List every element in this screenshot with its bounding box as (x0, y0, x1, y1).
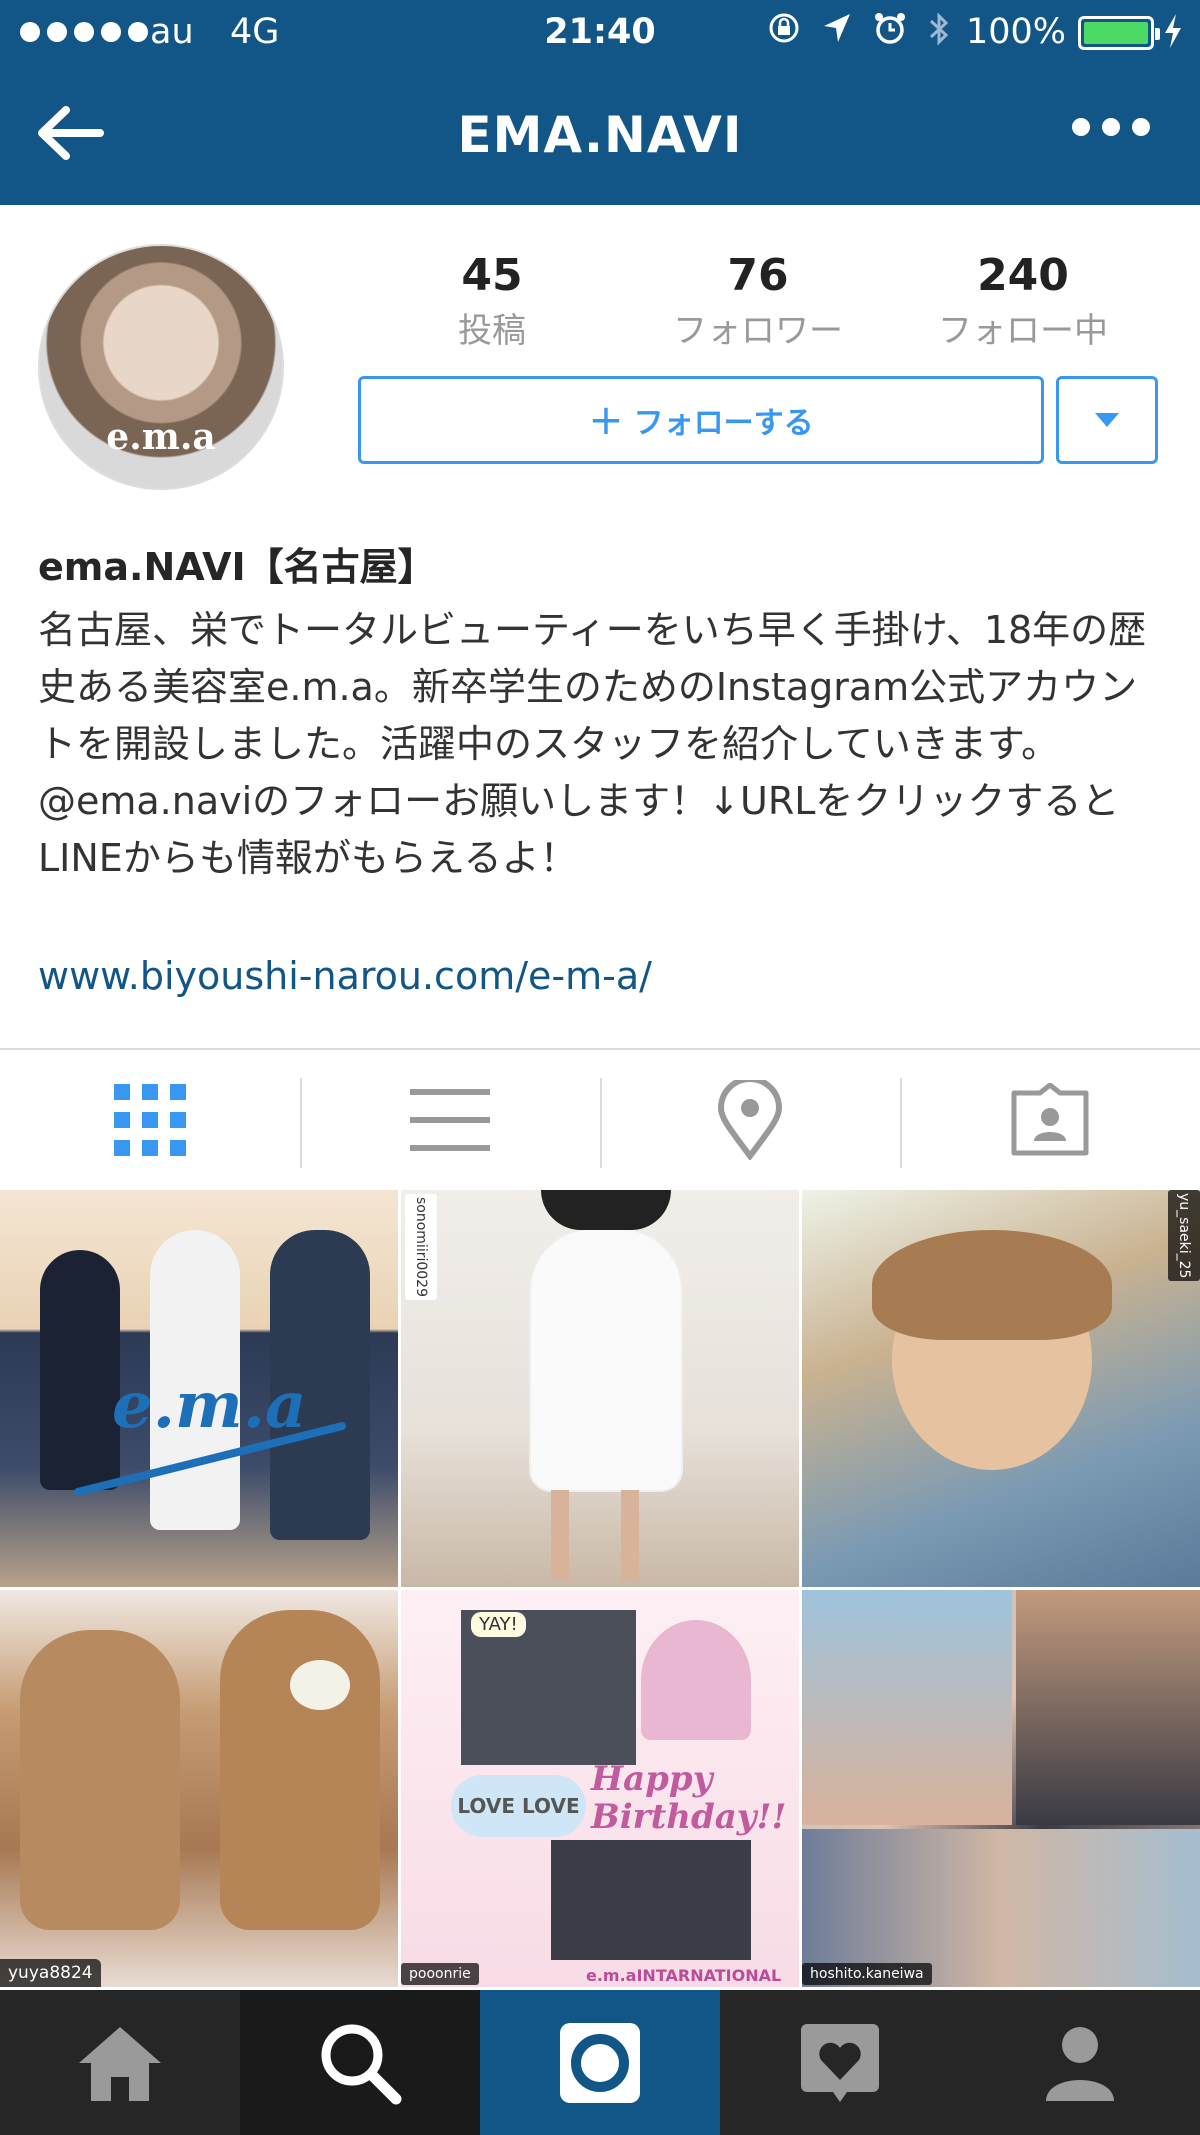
camera-icon (560, 2022, 640, 2103)
bluetooth-icon (929, 12, 949, 46)
post-repost-tag: pooonrie (401, 1963, 479, 1985)
post-thumbnail[interactable]: e.m.a (0, 1190, 398, 1587)
post-username-tag: yuya8824 (0, 1959, 101, 1987)
tagged-photos-icon (1011, 1083, 1089, 1156)
profile-bio: 名古屋、栄でトータルビューティーをいち早く手掛け、18年の歴史ある美容室e.m.… (38, 608, 1147, 880)
battery-icon (1078, 16, 1160, 50)
post-thumbnail[interactable]: sonomiiri0029 (401, 1190, 799, 1587)
avatar[interactable]: e.m.a (38, 244, 284, 490)
app-header: au 4G 21:40 100% EMA.NAVI (0, 0, 1200, 205)
location-pin-icon (717, 1080, 783, 1160)
tab-search[interactable] (240, 1990, 480, 2135)
post-repost-tag: hoshito.kaneiwa (802, 1963, 932, 1985)
follow-button[interactable]: + フォローする (358, 376, 1044, 464)
rotation-lock-icon (769, 13, 799, 43)
page-title: EMA.NAVI (457, 106, 743, 164)
status-icons (766, 10, 952, 48)
posts-grid: e.m.a sonomiiri0029 yu_saeki_25 yuya8824… (0, 1190, 1200, 1990)
search-icon (321, 2024, 402, 2104)
plus-icon: + (588, 395, 624, 444)
home-icon (79, 2026, 161, 2101)
post-thumbnail[interactable]: hoshito.kaneiwa (802, 1590, 1200, 1987)
more-options-icon[interactable] (1072, 118, 1150, 136)
post-thumbnail[interactable]: YAY! Happy Birthday!! LOVE LOVE e.m.aINT… (401, 1590, 799, 1987)
profile-icon (1046, 2026, 1114, 2101)
tab-camera[interactable] (480, 1990, 720, 2135)
alarm-icon (875, 13, 905, 44)
profile-link[interactable]: www.biyoushi-narou.com/e-m-a/ (38, 954, 652, 998)
battery-percent: 100% (966, 12, 1067, 52)
suggested-accounts-button[interactable] (1056, 376, 1158, 464)
followers-count[interactable]: 76 フォロワー (648, 250, 868, 352)
post-repost-tag: sonomiiri0029 (405, 1194, 437, 1300)
tab-tagged[interactable] (900, 1050, 1200, 1190)
profile-tabs (0, 1048, 1200, 1190)
caret-down-icon (1095, 413, 1119, 427)
list-icon (410, 1089, 490, 1151)
charging-icon (1162, 12, 1184, 59)
avatar-logo: e.m.a (106, 416, 216, 458)
profile-name: ema.NAVI【名古屋】 (38, 545, 436, 589)
tab-location[interactable] (600, 1050, 900, 1190)
post-thumbnail[interactable]: yuya8824 (0, 1590, 398, 1987)
tab-profile[interactable] (960, 1990, 1200, 2135)
post-repost-tag: yu_saeki_25 (1168, 1190, 1200, 1282)
follow-button-label: フォローする (633, 406, 814, 441)
tab-list[interactable] (300, 1050, 600, 1190)
tab-activity[interactable] (720, 1990, 960, 2135)
grid-icon (114, 1084, 186, 1156)
location-arrow-icon (824, 14, 850, 42)
posts-count[interactable]: 45 投稿 (382, 250, 602, 352)
nav-bar: EMA.NAVI (0, 66, 1200, 205)
tab-grid[interactable] (0, 1050, 300, 1190)
post-thumbnail[interactable]: yu_saeki_25 (802, 1190, 1200, 1587)
tab-home[interactable] (0, 1990, 240, 2135)
activity-icon (801, 2023, 879, 2102)
bottom-tab-bar (0, 1990, 1200, 2135)
following-count[interactable]: 240 フォロー中 (913, 250, 1133, 352)
status-bar: au 4G 21:40 100% (0, 0, 1200, 66)
